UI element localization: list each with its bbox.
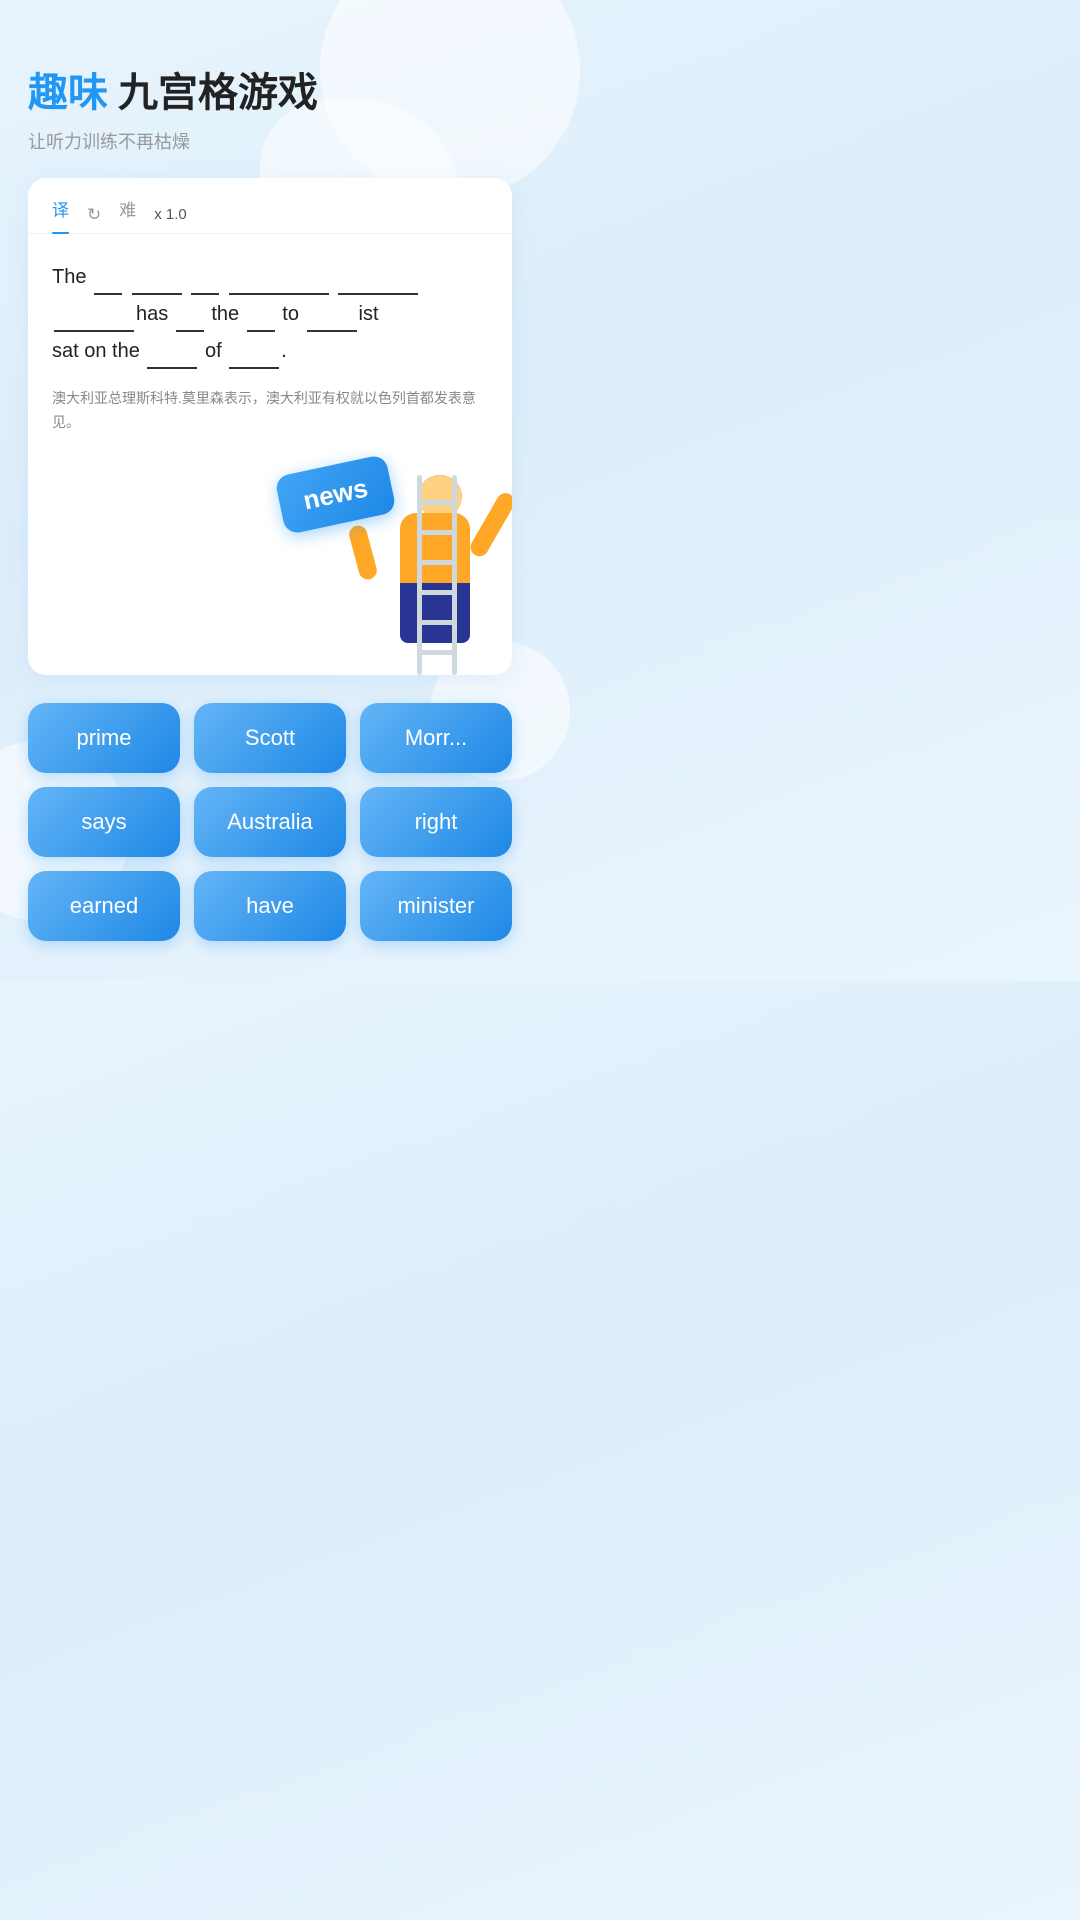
blank-5 bbox=[338, 258, 418, 295]
header: 趣味 九宫格游戏 让听力训练不再枯燥 bbox=[28, 60, 512, 154]
ladder-rung-6 bbox=[417, 500, 457, 505]
person-arm-left bbox=[347, 523, 379, 581]
subtitle: 让听力训练不再枯燥 bbox=[28, 128, 512, 154]
blank-6 bbox=[54, 295, 134, 332]
ladder-rung-1 bbox=[417, 650, 457, 655]
person-arm-right bbox=[467, 489, 512, 559]
blank-7 bbox=[176, 295, 204, 332]
blank-9 bbox=[307, 295, 357, 332]
ladder bbox=[417, 475, 457, 675]
word-btn-scott[interactable]: Scott bbox=[194, 703, 346, 773]
word-btn-have[interactable]: have bbox=[194, 871, 346, 941]
ladder-rung-3 bbox=[417, 590, 457, 595]
tab-speed[interactable]: x 1.0 bbox=[154, 206, 187, 223]
word-btn-right[interactable]: right bbox=[360, 787, 512, 857]
title-row: 趣味 九宫格游戏 bbox=[28, 60, 512, 118]
ladder-rail-left bbox=[417, 475, 422, 675]
blank-4 bbox=[229, 258, 329, 295]
word-btn-morrison[interactable]: Morr... bbox=[360, 703, 512, 773]
title-dark: 九宫格游戏 bbox=[118, 60, 318, 118]
tab-difficulty[interactable]: 难 bbox=[119, 196, 136, 233]
word-grid: prime Scott Morr... says Australia right… bbox=[28, 703, 512, 941]
blank-3 bbox=[191, 258, 219, 295]
word-btn-says[interactable]: says bbox=[28, 787, 180, 857]
ladder-rung-5 bbox=[417, 530, 457, 535]
translation-text: 澳大利亚总理斯科特.莫里森表示，澳大利亚有权就以色列首都发表意见。 bbox=[52, 387, 488, 435]
title-blue: 趣味 bbox=[28, 60, 108, 118]
ladder-rung-2 bbox=[417, 620, 457, 625]
card-body: The has the to ist sat on the of . bbox=[28, 234, 512, 455]
blank-8 bbox=[247, 295, 275, 332]
illustration-area: news bbox=[28, 455, 512, 675]
ladder-rail-right bbox=[452, 475, 457, 675]
tab-translate[interactable]: 译 bbox=[52, 196, 69, 233]
blank-2 bbox=[132, 258, 182, 295]
blank-11 bbox=[229, 332, 279, 369]
tab-refresh[interactable]: ↻ bbox=[87, 205, 101, 225]
word-btn-australia[interactable]: Australia bbox=[194, 787, 346, 857]
word-btn-earned[interactable]: earned bbox=[28, 871, 180, 941]
blank-10 bbox=[147, 332, 197, 369]
tab-bar: 译 ↻ 难 x 1.0 bbox=[28, 178, 512, 234]
ladder-rung-4 bbox=[417, 560, 457, 565]
word-btn-minister[interactable]: minister bbox=[360, 871, 512, 941]
fill-sentence: The has the to ist sat on the of . bbox=[52, 258, 488, 369]
blank-1 bbox=[94, 258, 122, 295]
main-card: 译 ↻ 难 x 1.0 The has bbox=[28, 178, 512, 675]
word-btn-prime[interactable]: prime bbox=[28, 703, 180, 773]
